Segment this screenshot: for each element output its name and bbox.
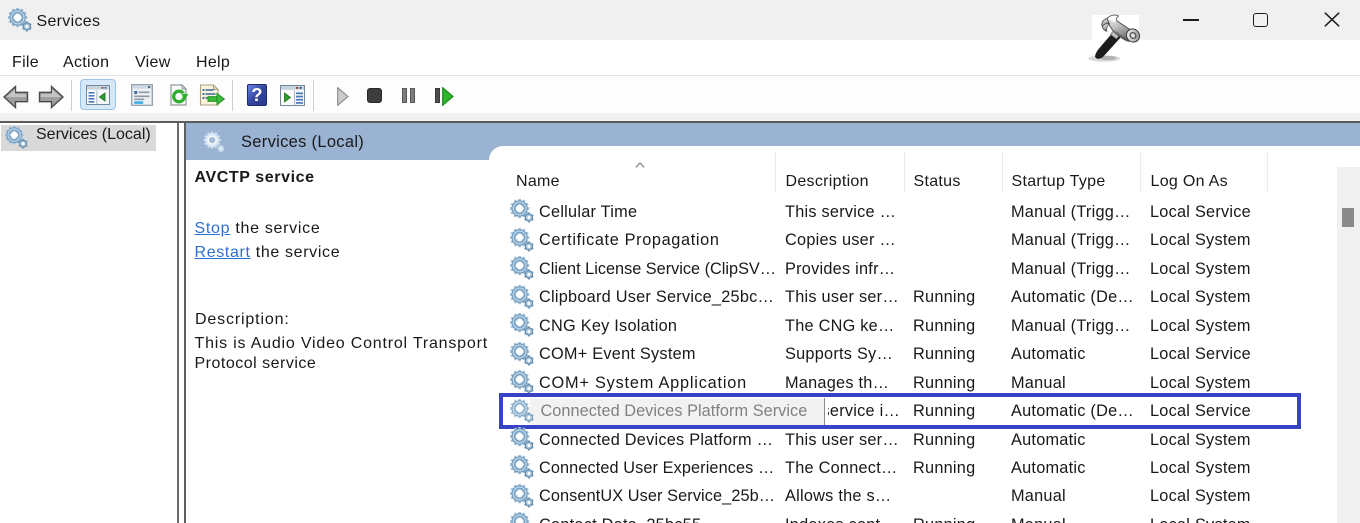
svg-text:?: ?	[251, 84, 263, 105]
